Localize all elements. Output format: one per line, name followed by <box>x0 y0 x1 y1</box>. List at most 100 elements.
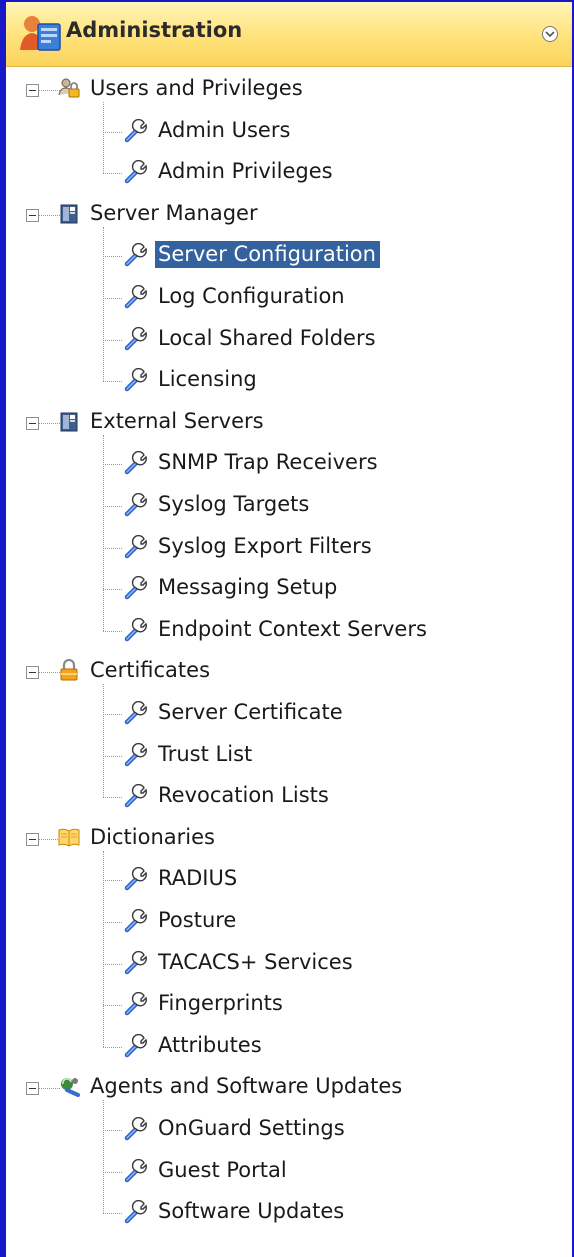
tree-item-attributes[interactable]: Attributes <box>155 1032 266 1059</box>
tree-connector <box>103 506 122 507</box>
wrench-icon <box>124 950 148 975</box>
tree-connector <box>39 214 60 216</box>
panel-title: Administration <box>66 18 243 42</box>
wrench-icon <box>124 160 148 184</box>
tree-connector <box>103 381 122 383</box>
tree-category-label[interactable]: External Servers <box>90 409 264 433</box>
wrench-icon <box>124 1033 148 1058</box>
tree-connector <box>103 684 104 798</box>
tree-connector <box>103 102 104 174</box>
tree-item-licensing[interactable]: Licensing <box>155 366 261 393</box>
tree-connector <box>103 850 104 1047</box>
administration-panel: Administration Users and Privileges Admin… <box>0 0 574 1257</box>
wrench-icon <box>124 1200 148 1224</box>
wrench-icon <box>124 326 148 351</box>
tree-connector <box>103 1100 104 1214</box>
tree-connector <box>39 1088 60 1090</box>
tree-item-revocation-lists[interactable]: Revocation Lists <box>155 782 333 809</box>
tree-connector <box>103 1213 122 1215</box>
tree-connector <box>103 963 122 965</box>
tree-connector <box>103 547 122 549</box>
tree-category-label[interactable]: Certificates <box>90 658 210 682</box>
tree-item-onguard-settings[interactable]: OnGuard Settings <box>155 1115 349 1142</box>
collapse-button[interactable] <box>542 26 558 42</box>
tree-connector <box>103 1005 122 1007</box>
wrench-icon <box>124 284 148 309</box>
tree-connector <box>103 630 122 632</box>
wrench-icon <box>124 908 148 933</box>
tree-connector <box>103 797 122 799</box>
tree-item-trust-list[interactable]: Trust List <box>155 741 256 768</box>
collapse-toggle[interactable] <box>26 832 39 846</box>
wrench-icon <box>124 576 148 600</box>
tree-item-server-certificate[interactable]: Server Certificate <box>155 699 347 726</box>
wrench-icon <box>124 617 148 642</box>
tree-category-label[interactable]: Users and Privileges <box>90 76 303 100</box>
collapse-toggle[interactable] <box>26 208 39 222</box>
tree-connector <box>103 714 122 715</box>
tree-item-endpoint-context-servers[interactable]: Endpoint Context Servers <box>155 616 431 643</box>
collapse-toggle[interactable] <box>26 84 39 97</box>
tree-item-log-configuration[interactable]: Log Configuration <box>155 283 349 310</box>
tree-connector <box>39 838 60 840</box>
tree-connector <box>103 880 122 882</box>
tree-connector <box>103 1171 122 1173</box>
tree-connector <box>103 339 122 341</box>
tree-connector <box>39 422 60 424</box>
tree-connector <box>103 298 122 299</box>
panel-header[interactable]: Administration <box>6 2 572 67</box>
collapse-toggle[interactable] <box>26 416 39 430</box>
wrench-icon <box>124 992 148 1016</box>
admin-user-icon <box>18 14 62 54</box>
server-icon <box>58 410 80 432</box>
tree-connector <box>103 226 104 382</box>
tree-category-label[interactable]: Dictionaries <box>90 825 215 849</box>
server-icon <box>58 202 80 224</box>
tree-item-messaging-setup[interactable]: Messaging Setup <box>155 574 341 601</box>
collapse-toggle[interactable] <box>26 666 39 680</box>
wrench-icon <box>124 1158 148 1183</box>
wrench-icon <box>124 534 148 559</box>
tree-item-syslog-targets[interactable]: Syslog Targets <box>155 491 313 518</box>
wrench-icon <box>124 700 148 725</box>
tree-connector <box>103 256 122 258</box>
wrench-icon <box>124 118 148 143</box>
tree-item-snmp-trap-receivers[interactable]: SNMP Trap Receivers <box>155 449 382 476</box>
book-icon <box>58 826 80 848</box>
tree-connector <box>39 90 60 91</box>
wrench-icon <box>124 451 148 475</box>
tree-connector <box>103 1046 122 1048</box>
tree-item-local-shared-folders[interactable]: Local Shared Folders <box>155 325 380 352</box>
tree-connector <box>103 755 122 757</box>
tree-connector <box>103 464 122 466</box>
tree-item-posture[interactable]: Posture <box>155 907 240 934</box>
wrench-icon <box>124 243 148 267</box>
tree-item-syslog-export-filters[interactable]: Syslog Export Filters <box>155 533 376 560</box>
tree-category-label[interactable]: Server Manager <box>90 201 258 225</box>
tree-category-label[interactable]: Agents and Software Updates <box>90 1074 402 1098</box>
tree-connector <box>103 589 122 591</box>
wrench-icon <box>124 492 148 517</box>
tree-item-guest-portal[interactable]: Guest Portal <box>155 1157 291 1184</box>
tree-item-admin-users[interactable]: Admin Users <box>155 117 294 144</box>
tree-item-tacacs-services[interactable]: TACACS+ Services <box>155 949 357 976</box>
tree-connector <box>103 173 122 175</box>
collapse-toggle[interactable] <box>26 1082 39 1096</box>
tree-item-software-updates[interactable]: Software Updates <box>155 1198 348 1225</box>
tree-connector <box>103 1130 122 1131</box>
wrench-icon <box>124 1116 148 1141</box>
tree-connector <box>103 131 122 133</box>
tree-connector <box>103 434 104 631</box>
tree-item-server-configuration[interactable]: Server Configuration <box>155 241 380 269</box>
chevron-down-icon <box>545 31 555 38</box>
tree-connector <box>103 922 122 923</box>
padlock-icon <box>58 659 80 681</box>
wrench-icon <box>124 368 148 392</box>
wrench-icon <box>124 784 148 808</box>
software-update-icon <box>58 1075 80 1098</box>
tree-item-fingerprints[interactable]: Fingerprints <box>155 990 287 1017</box>
tree-item-radius[interactable]: RADIUS <box>155 865 241 892</box>
tree-item-admin-privileges[interactable]: Admin Privileges <box>155 158 337 185</box>
wrench-icon <box>124 867 148 891</box>
tree-connector <box>39 672 60 674</box>
